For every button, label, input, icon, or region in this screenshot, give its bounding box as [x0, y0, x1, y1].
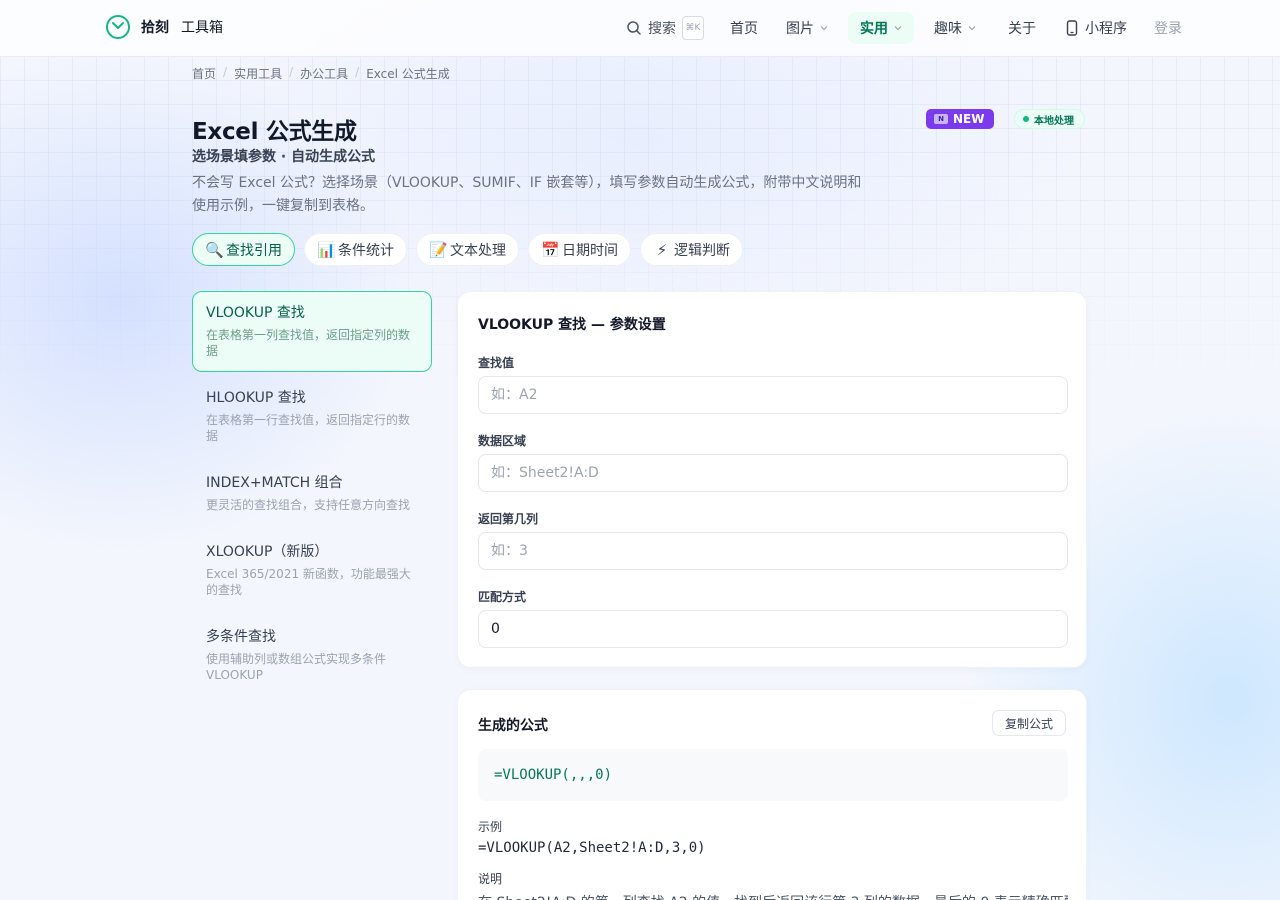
result-card-title: 生成的公式 [478, 718, 548, 734]
formula-item-title: INDEX+MATCH 组合 [206, 475, 343, 491]
nav-fun-label: 趣味 [934, 21, 962, 37]
chevron-down-icon [820, 26, 828, 31]
page-description: 不会写 Excel 公式？选择场景（VLOOKUP、SUMIF、IF 嵌套等），… [192, 175, 862, 214]
brand-name: 拾刻 [141, 20, 169, 36]
explain-text: 在 Sheet2!A:D 的第一列查找 A2 的值，找到后返回该行第 3 列的数… [478, 892, 1068, 900]
tab-label: 条件统计 [338, 242, 394, 259]
breadcrumb-home[interactable]: 首页 [192, 65, 216, 82]
new-badge-label: NEW [953, 112, 985, 126]
chevron-down-icon [968, 26, 976, 31]
page-title: Excel 公式生成 [192, 119, 357, 145]
search-icon [627, 21, 641, 35]
result-card: 生成的公式 复制公式 =VLOOKUP(,,,0) 示例 =VLOOKUP(A2… [457, 689, 1087, 900]
breadcrumb-office[interactable]: 办公工具 [300, 65, 348, 82]
breadcrumb: 首页 / 实用工具 / 办公工具 / Excel 公式生成 [192, 65, 450, 82]
data-range-label: 数据区域 [478, 434, 527, 448]
brand-subtitle: 工具箱 [181, 20, 223, 36]
search-label: 搜索 [648, 21, 676, 37]
formula-item-desc: 在表格第一行查找值，返回指定行的数据 [206, 413, 411, 443]
nav-home[interactable]: 首页 [730, 12, 758, 44]
nav-images[interactable]: 图片 [786, 12, 828, 44]
formula-item-title: VLOOKUP 查找 [206, 305, 305, 321]
tab-conditional-stats[interactable]: 📊 条件统计 [304, 233, 407, 266]
nav-home-label: 首页 [730, 21, 758, 37]
lookup-value-label: 查找值 [478, 356, 515, 370]
nav-miniprogram[interactable]: 小程序 [1066, 12, 1127, 44]
calendar-icon: 📅 [541, 240, 560, 259]
phone-icon [1066, 20, 1078, 36]
tab-datetime[interactable]: 📅 日期时间 [528, 233, 631, 266]
search-shortcut: ⌘K [682, 16, 704, 40]
generated-formula[interactable]: =VLOOKUP(,,,0) [478, 749, 1068, 801]
tab-text[interactable]: 📝 文本处理 [416, 233, 519, 266]
clock-logo-icon [106, 15, 130, 39]
tab-logic[interactable]: ⚡ 逻辑判断 [640, 233, 743, 266]
formula-item-multi-condition[interactable]: 多条件查找 使用辅助列或数组公式实现多条件 VLOOKUP [192, 615, 432, 696]
match-type-input[interactable] [478, 610, 1068, 648]
category-tabs: 🔍 查找引用 📊 条件统计 📝 文本处理 📅 日期时间 ⚡ 逻辑判断 [192, 233, 752, 266]
tab-label: 文本处理 [450, 242, 506, 259]
formula-item-vlookup[interactable]: VLOOKUP 查找 在表格第一列查找值，返回指定列的数据 [192, 291, 432, 372]
column-index-input[interactable] [478, 532, 1068, 570]
example-formula: =VLOOKUP(A2,Sheet2!A:D,3,0) [478, 840, 706, 856]
breadcrumb-separator: / [223, 65, 228, 79]
tab-lookup[interactable]: 🔍 查找引用 [192, 233, 295, 266]
magnifier-icon: 🔍 [205, 240, 224, 259]
formula-item-title: HLOOKUP 查找 [206, 390, 306, 406]
formula-item-desc: 在表格第一列查找值，返回指定列的数据 [206, 328, 411, 358]
new-badge-icon: N [934, 114, 948, 124]
nav-about-label: 关于 [1008, 21, 1036, 37]
formula-list: VLOOKUP 查找 在表格第一列查找值，返回指定列的数据 HLOOKUP 查找… [192, 291, 432, 700]
example-label: 示例 [478, 820, 503, 834]
generated-formula-text: =VLOOKUP(,,,0) [494, 767, 613, 783]
logo[interactable]: 拾刻 工具箱 [105, 14, 223, 40]
breadcrumb-utility[interactable]: 实用工具 [234, 65, 282, 82]
formula-item-desc: Excel 365/2021 新函数，功能最强大的查找 [206, 567, 411, 597]
explain-label: 说明 [478, 872, 503, 886]
formula-item-hlookup[interactable]: HLOOKUP 查找 在表格第一行查找值，返回指定行的数据 [192, 376, 432, 457]
nav-utility[interactable]: 实用 [848, 12, 914, 44]
login-link[interactable]: 登录 [1154, 12, 1182, 44]
nav-images-label: 图片 [786, 21, 814, 37]
formula-item-index-match[interactable]: INDEX+MATCH 组合 更灵活的查找组合，支持任意方向查找 [192, 461, 432, 526]
params-card-title: VLOOKUP 查找 — 参数设置 [478, 317, 666, 333]
search-trigger[interactable]: 搜索 ⌘K [626, 0, 704, 56]
nav-miniprogram-label: 小程序 [1085, 21, 1127, 37]
params-card: VLOOKUP 查找 — 参数设置 查找值 数据区域 返回第几列 匹配方式 [457, 291, 1087, 668]
breadcrumb-separator: / [355, 65, 360, 79]
login-label: 登录 [1154, 21, 1182, 37]
chevron-down-icon [894, 26, 902, 31]
lightning-icon: ⚡ [656, 240, 668, 259]
tab-label: 日期时间 [562, 242, 618, 259]
lookup-value-input[interactable] [478, 376, 1068, 414]
formula-item-title: 多条件查找 [206, 629, 276, 645]
copy-formula-button[interactable]: 复制公式 [991, 710, 1066, 736]
page-subtitle: 选场景填参数 · 自动生成公式 [192, 149, 376, 165]
tab-label: 查找引用 [226, 242, 282, 259]
new-badge: N NEW [926, 109, 995, 129]
nav-fun[interactable]: 趣味 [934, 12, 976, 44]
breadcrumb-separator: / [289, 65, 294, 79]
column-index-label: 返回第几列 [478, 512, 539, 526]
memo-icon: 📝 [429, 240, 448, 259]
breadcrumb-current: Excel 公式生成 [366, 67, 450, 81]
tab-label: 逻辑判断 [674, 242, 730, 259]
nav-about[interactable]: 关于 [1008, 12, 1036, 44]
status-dot-icon [1023, 116, 1029, 122]
local-processing-label: 本地处理 [1034, 115, 1074, 127]
top-nav-bar: 拾刻 工具箱 搜索 ⌘K 首页 图片 实用 趣味 关于 小程序 登录 [0, 0, 1280, 57]
nav-utility-label: 实用 [860, 21, 888, 37]
formula-item-desc: 使用辅助列或数组公式实现多条件 VLOOKUP [206, 652, 387, 682]
formula-item-desc: 更灵活的查找组合，支持任意方向查找 [206, 498, 411, 512]
data-range-input[interactable] [478, 454, 1068, 492]
bar-chart-icon: 📊 [317, 240, 336, 259]
formula-item-xlookup[interactable]: XLOOKUP（新版） Excel 365/2021 新函数，功能最强大的查找 [192, 530, 432, 611]
local-processing-badge: 本地处理 [1014, 109, 1085, 129]
formula-item-title: XLOOKUP（新版） [206, 544, 329, 560]
match-type-label: 匹配方式 [478, 590, 527, 604]
